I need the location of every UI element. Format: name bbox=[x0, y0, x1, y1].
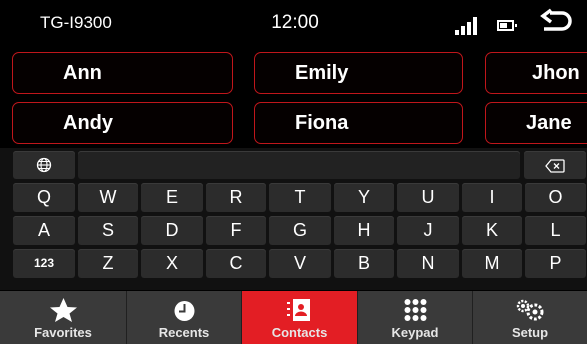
key-b[interactable]: B bbox=[334, 249, 394, 278]
back-arrow-icon[interactable] bbox=[540, 8, 574, 38]
signal-strength-icon bbox=[455, 17, 485, 35]
key-o[interactable]: O bbox=[525, 183, 586, 212]
key-p[interactable]: P bbox=[525, 249, 586, 278]
key-c[interactable]: C bbox=[206, 249, 266, 278]
key-h[interactable]: H bbox=[334, 216, 394, 245]
key-s[interactable]: S bbox=[78, 216, 138, 245]
key-x[interactable]: X bbox=[141, 249, 203, 278]
tab-label: Keypad bbox=[391, 325, 439, 340]
tab-label: Setup bbox=[511, 325, 549, 340]
contact-card-icon bbox=[287, 299, 310, 321]
backspace-icon bbox=[545, 159, 565, 173]
key-i[interactable]: I bbox=[462, 183, 522, 212]
key-q[interactable]: Q bbox=[13, 183, 75, 212]
keyboard-input-bar[interactable] bbox=[78, 151, 520, 179]
key-t[interactable]: T bbox=[269, 183, 331, 212]
key-m[interactable]: M bbox=[462, 249, 522, 278]
tab-label: Contacts bbox=[271, 325, 328, 340]
key-d[interactable]: D bbox=[141, 216, 203, 245]
gears-icon bbox=[516, 299, 544, 321]
key-n[interactable]: N bbox=[397, 249, 459, 278]
key-r[interactable]: R bbox=[206, 183, 266, 212]
key-j[interactable]: J bbox=[397, 216, 459, 245]
contact-name: Emily bbox=[295, 62, 349, 84]
star-icon bbox=[50, 298, 77, 322]
tab-label: Favorites bbox=[34, 325, 92, 340]
battery-icon bbox=[497, 20, 517, 31]
key-e[interactable]: E bbox=[141, 183, 203, 212]
contact-button-jhon[interactable]: Jhon bbox=[485, 52, 587, 94]
key-l[interactable]: L bbox=[525, 216, 586, 245]
language-globe-key[interactable] bbox=[13, 151, 75, 179]
contact-button-emily[interactable]: Emily bbox=[254, 52, 463, 94]
key-f[interactable]: F bbox=[206, 216, 266, 245]
key-z[interactable]: Z bbox=[78, 249, 138, 278]
tab-contacts[interactable]: Contacts bbox=[242, 291, 358, 344]
device-name: TG-I9300 bbox=[40, 13, 112, 32]
backspace-key[interactable] bbox=[524, 151, 586, 179]
on-screen-keyboard: Q W E R T Y U I O A S D F G H J K L 123 … bbox=[0, 148, 587, 290]
contact-name: Ann bbox=[63, 62, 102, 84]
tab-recents[interactable]: Recents bbox=[127, 291, 242, 344]
numbers-mode-key[interactable]: 123 bbox=[13, 249, 75, 278]
contact-name: Andy bbox=[63, 112, 113, 134]
bottom-navigation: Favorites Recents Contacts Keypad Setup bbox=[0, 291, 587, 344]
key-u[interactable]: U bbox=[397, 183, 459, 212]
globe-icon bbox=[36, 157, 52, 173]
contact-button-jane[interactable]: Jane bbox=[485, 102, 587, 144]
contact-name: Jane bbox=[526, 112, 572, 134]
contact-button-ann[interactable]: Ann bbox=[12, 52, 233, 94]
key-a[interactable]: A bbox=[13, 216, 75, 245]
clock-icon bbox=[174, 301, 195, 321]
clock: 12:00 bbox=[271, 12, 319, 33]
keypad-grid-icon bbox=[404, 299, 427, 321]
tab-setup[interactable]: Setup bbox=[473, 291, 587, 344]
tab-label: Recents bbox=[158, 325, 210, 340]
key-y[interactable]: Y bbox=[334, 183, 394, 212]
key-w[interactable]: W bbox=[78, 183, 138, 212]
key-k[interactable]: K bbox=[462, 216, 522, 245]
contact-name: Jhon bbox=[532, 62, 580, 84]
key-v[interactable]: V bbox=[269, 249, 331, 278]
status-bar: TG-I9300 12:00 bbox=[0, 0, 587, 46]
contact-name: Fiona bbox=[295, 112, 349, 134]
tab-keypad[interactable]: Keypad bbox=[358, 291, 473, 344]
contact-button-andy[interactable]: Andy bbox=[12, 102, 233, 144]
key-g[interactable]: G bbox=[269, 216, 331, 245]
tab-favorites[interactable]: Favorites bbox=[0, 291, 127, 344]
contact-button-fiona[interactable]: Fiona bbox=[254, 102, 463, 144]
